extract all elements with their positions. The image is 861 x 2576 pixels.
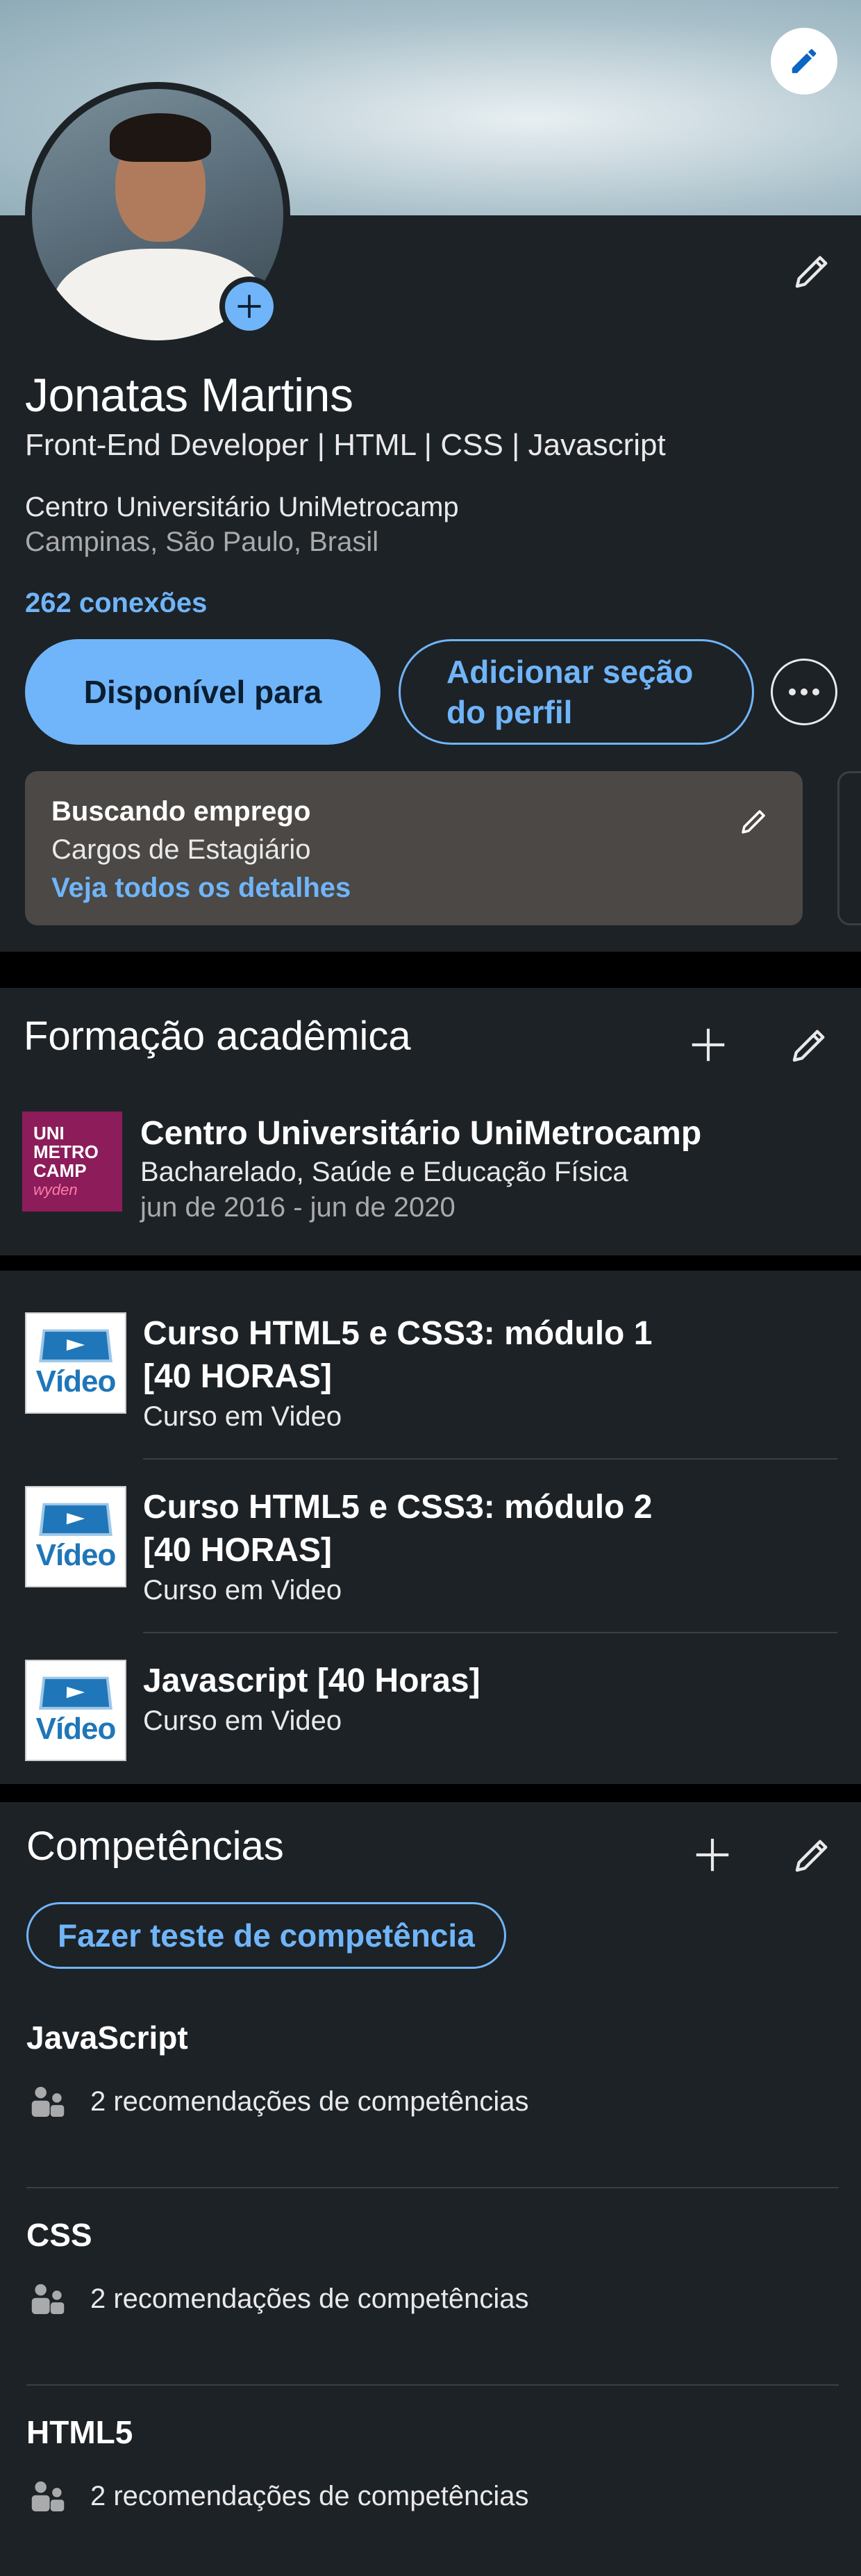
- course-issuer: Curso em Video: [143, 1575, 342, 1605]
- edit-intro-button[interactable]: [785, 243, 840, 299]
- more-button[interactable]: [771, 659, 837, 725]
- open-to-button[interactable]: Disponível para: [25, 639, 381, 745]
- pencil-icon: [742, 810, 765, 834]
- pencil-icon: [795, 1840, 828, 1872]
- people-icon: [31, 2481, 65, 2511]
- skill-endorsements[interactable]: 2 recomendações de competências: [26, 2080, 528, 2123]
- add-education-button[interactable]: [680, 1017, 736, 1073]
- pencil-icon: [792, 49, 817, 74]
- school-name: Centro Universitário UniMetrocamp: [140, 1115, 702, 1152]
- plus-icon: [696, 1838, 729, 1872]
- course-name: Curso HTML5 e CSS3: módulo 1: [143, 1315, 653, 1352]
- plus-icon: [692, 1028, 725, 1062]
- skill-assessment-button[interactable]: Fazer teste de competência: [26, 1902, 506, 1969]
- more-icon: [789, 688, 819, 695]
- add-photo-button[interactable]: [219, 276, 279, 336]
- divider: [26, 2384, 839, 2386]
- skills-title: Competências: [26, 1824, 284, 1869]
- profile-location: Campinas, São Paulo, Brasil: [25, 527, 379, 557]
- profile-section: Jonatas Martins Front-End Developer | HT…: [0, 0, 861, 952]
- next-card-peek[interactable]: [837, 771, 861, 925]
- degree: Bacharelado, Saúde e Educação Física: [140, 1157, 628, 1187]
- education-section: Formação acadêmica UNI METRO CAMP wyden …: [0, 988, 861, 1255]
- course-name: Curso HTML5 e CSS3: módulo 2: [143, 1489, 653, 1526]
- play-icon: [66, 1512, 85, 1525]
- play-icon: [66, 1686, 85, 1699]
- edit-education-button[interactable]: [782, 1017, 837, 1073]
- course-issuer: Curso em Video: [143, 1706, 342, 1736]
- profile-headline: Front-End Developer | HTML | CSS | Javas…: [25, 428, 666, 462]
- divider: [143, 1458, 837, 1460]
- add-skill-button[interactable]: [685, 1827, 740, 1883]
- skills-section: Competências Fazer teste de competência …: [0, 1802, 861, 2576]
- course-logo: Vídeo: [25, 1486, 126, 1587]
- education-title: Formação acadêmica: [24, 1014, 411, 1059]
- skill-endorsements[interactable]: 2 recomendações de competências: [26, 2475, 528, 2518]
- profile-name: Jonatas Martins: [25, 369, 353, 422]
- profile-organization[interactable]: Centro Universitário UniMetrocamp: [25, 492, 459, 523]
- people-icon: [31, 2086, 65, 2117]
- pencil-icon: [795, 256, 828, 288]
- course-name-hours: [40 HORAS]: [143, 1532, 333, 1569]
- course-issuer: Curso em Video: [143, 1401, 342, 1432]
- add-profile-section-button[interactable]: Adicionar seção do perfil: [399, 639, 754, 745]
- see-all-details-link[interactable]: Veja todos os detalhes: [51, 873, 776, 904]
- course-name-hours: [40 HORAS]: [143, 1358, 333, 1395]
- education-item[interactable]: Centro Universitário UniMetrocamp Bachar…: [140, 1114, 701, 1223]
- pencil-icon: [792, 1030, 825, 1062]
- edit-banner-button[interactable]: [771, 28, 837, 94]
- courses-section: Vídeo Curso HTML5 e CSS3: módulo 1 [40 H…: [0, 1271, 861, 1784]
- divider: [143, 1632, 837, 1633]
- plus-icon: [237, 295, 261, 318]
- study-period: jun de 2016 - jun de 2020: [140, 1192, 455, 1223]
- skill-endorsements[interactable]: 2 recomendações de competências: [26, 2277, 528, 2320]
- course-logo: Vídeo: [25, 1660, 126, 1761]
- course-name: Javascript [40 Horas]: [143, 1662, 480, 1699]
- course-logo: Vídeo: [25, 1312, 126, 1414]
- open-to-work-card[interactable]: Buscando emprego Cargos de Estagiário Ve…: [25, 771, 803, 925]
- edit-skills-button[interactable]: [785, 1827, 840, 1883]
- skill-name[interactable]: JavaScript: [26, 2019, 188, 2056]
- edit-open-to-work-button[interactable]: [733, 800, 775, 842]
- people-icon: [31, 2284, 65, 2314]
- divider: [26, 2187, 839, 2188]
- skill-name[interactable]: HTML5: [26, 2413, 133, 2451]
- school-logo[interactable]: UNI METRO CAMP wyden: [22, 1112, 122, 1212]
- connections-link[interactable]: 262 conexões: [25, 588, 207, 619]
- open-to-work-roles: Cargos de Estagiário: [51, 834, 311, 865]
- skill-name[interactable]: CSS: [26, 2216, 92, 2254]
- play-icon: [66, 1339, 85, 1351]
- open-to-work-title: Buscando emprego: [51, 796, 311, 827]
